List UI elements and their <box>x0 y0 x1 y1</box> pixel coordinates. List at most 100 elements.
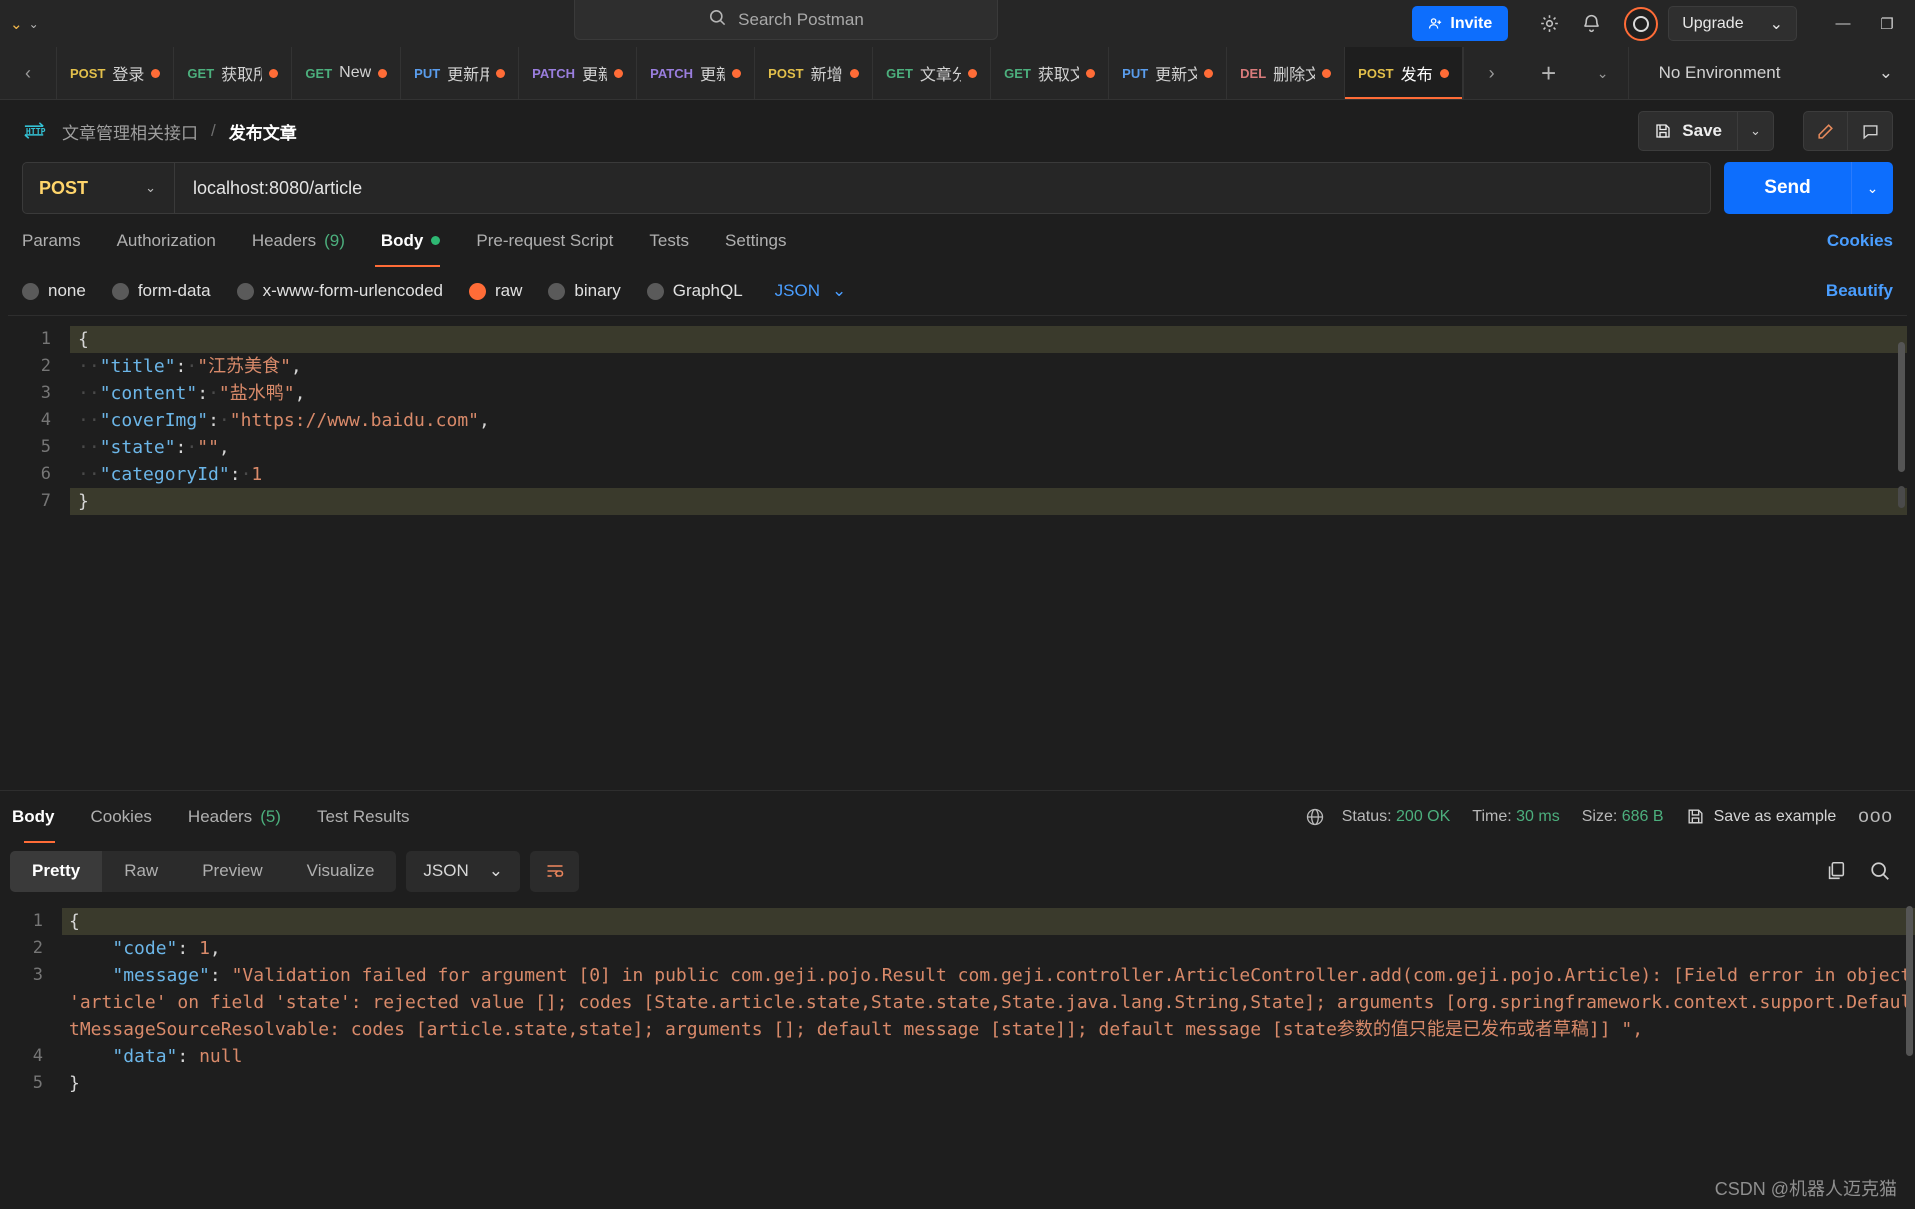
globe-icon <box>1305 807 1325 827</box>
response-view-preview[interactable]: Preview <box>180 851 284 892</box>
code-token: · <box>186 437 198 458</box>
response-body-editor[interactable]: 1 2 3 4 5 { "code": 1, "message": "Validati… <box>0 900 1915 1106</box>
tab-settings[interactable]: Settings <box>707 214 804 267</box>
response-line: } <box>62 1070 1915 1097</box>
tab-method: POST <box>768 65 804 81</box>
send-options-button[interactable]: ⌄ <box>1851 162 1893 214</box>
tab-label: Cookies <box>90 806 152 826</box>
body-type-GraphQL[interactable]: GraphQL <box>646 281 743 301</box>
cookies-link[interactable]: Cookies <box>1827 231 1893 251</box>
radio-button[interactable] <box>469 282 487 300</box>
comment-icon <box>1862 124 1878 139</box>
workspace-icon[interactable]: ⌄ <box>10 15 23 33</box>
request-tab[interactable]: PATCH 更新 <box>637 47 756 99</box>
radio-button[interactable] <box>646 282 664 300</box>
tab-params[interactable]: Params <box>22 214 99 267</box>
environment-selector[interactable]: No Environment ⌄ <box>1627 47 1915 99</box>
tab-body[interactable]: Body <box>363 214 459 267</box>
search-bar[interactable]: Search Postman <box>574 0 998 40</box>
tab-authorization[interactable]: Authorization <box>99 214 234 267</box>
request-tab[interactable]: GET 获取所 <box>174 47 293 99</box>
response-view-visualize[interactable]: Visualize <box>285 851 397 892</box>
body-type-binary[interactable]: binary <box>548 281 621 301</box>
request-editor-code[interactable]: {··"title":·"江苏美食", ··"content":·"盐水鸭", ··… <box>70 316 1907 790</box>
response-view-pretty[interactable]: Pretty <box>10 850 103 892</box>
code-token: , <box>209 938 221 959</box>
response-tab-test-results[interactable]: Test Results <box>299 791 428 843</box>
titlebar-right: Invite Upgrade ⌄ — ❐ <box>1412 0 1915 47</box>
response-tab-cookies[interactable]: Cookies <box>73 791 170 843</box>
request-tab[interactable]: PATCH 更新 <box>519 47 638 99</box>
body-format-selector[interactable]: JSON ⌄ <box>775 281 847 301</box>
breadcrumb-parent[interactable]: 文章管理相关接口 <box>62 119 198 144</box>
request-body-editor[interactable]: 1234567 {··"title":·"江苏美食", ··"content":·… <box>8 315 1907 790</box>
request-tab[interactable]: GET 获取文 <box>991 47 1110 99</box>
tab-pre-request-script[interactable]: Pre-request Script <box>458 214 631 267</box>
radio-button[interactable] <box>22 282 39 300</box>
bell-icon[interactable] <box>1570 3 1612 45</box>
radio-button[interactable] <box>111 282 129 300</box>
save-as-example-button[interactable]: Save as example <box>1686 807 1836 826</box>
body-type-none[interactable]: none <box>22 281 86 301</box>
tab-headers[interactable]: Headers (9) <box>234 214 363 267</box>
maximize-icon: ❐ <box>1880 15 1894 33</box>
tab-method: PATCH <box>532 65 576 81</box>
response-view-raw[interactable]: Raw <box>102 851 180 892</box>
response-tab-headers[interactable]: Headers (5) <box>170 791 299 843</box>
beautify-button[interactable]: Beautify <box>1826 281 1893 301</box>
gear-icon[interactable] <box>1528 3 1570 45</box>
comment-button[interactable] <box>1848 111 1893 151</box>
tab-label: Headers <box>251 230 317 250</box>
edit-button[interactable] <box>1803 111 1848 151</box>
copy-button[interactable] <box>1825 860 1847 882</box>
chevron-down-icon: ⌄ <box>488 861 503 880</box>
radio-button[interactable] <box>236 282 254 300</box>
request-editor-scrollbar-thumb[interactable] <box>1898 486 1905 508</box>
response-editor-gutter: 1 2 3 4 5 <box>0 900 62 1106</box>
save-options-button[interactable]: ⌄ <box>1738 111 1774 151</box>
response-format-selector[interactable]: JSON ⌄ <box>406 850 520 892</box>
method-selector[interactable]: POST ⌄ <box>23 163 175 213</box>
invite-button[interactable]: Invite <box>1412 6 1509 41</box>
body-type-x-www-form-urlencoded[interactable]: x-www-form-urlencoded <box>236 281 443 301</box>
request-tab[interactable]: PUT 更新文 <box>1109 47 1228 99</box>
avatar[interactable] <box>1624 6 1659 41</box>
body-type-raw[interactable]: raw <box>469 281 522 301</box>
request-tab[interactable]: POST 登录 <box>57 47 175 99</box>
unsaved-indicator-icon <box>1086 68 1096 78</box>
request-tab[interactable]: GET New <box>292 47 402 99</box>
radio-button[interactable] <box>548 282 566 300</box>
word-wrap-button[interactable] <box>530 850 579 892</box>
unsaved-indicator-icon <box>269 68 279 78</box>
response-search-button[interactable] <box>1869 860 1891 882</box>
response-editor-scrollbar[interactable] <box>1906 906 1913 1056</box>
minimize-button[interactable]: — <box>1821 0 1865 47</box>
response-more-options[interactable]: ooo <box>1858 806 1893 828</box>
body-type-form-data[interactable]: form-data <box>111 281 211 301</box>
save-button[interactable]: Save <box>1638 111 1738 151</box>
request-tab[interactable]: GET 文章分 <box>873 47 992 99</box>
url-input[interactable] <box>175 163 1710 213</box>
tab-tests[interactable]: Tests <box>631 214 707 267</box>
tab-list-button[interactable]: ⌄ <box>1578 47 1628 99</box>
request-tab[interactable]: POST 发布 <box>1345 47 1463 99</box>
plus-icon: + <box>1541 57 1557 88</box>
request-editor-scrollbar[interactable] <box>1898 342 1905 472</box>
request-tab[interactable]: DEL 删除文 <box>1227 47 1346 99</box>
send-button[interactable]: Send <box>1724 162 1851 214</box>
body-type-label: none <box>48 281 86 300</box>
code-token: ·· <box>78 356 100 377</box>
response-tab-body[interactable]: Body <box>12 791 73 843</box>
request-tab[interactable]: PUT 更新用 <box>401 47 520 99</box>
maximize-button[interactable]: ❐ <box>1865 0 1909 47</box>
upgrade-button[interactable]: Upgrade ⌄ <box>1668 6 1797 41</box>
tab-scroll-left-button[interactable]: ‹ <box>0 47 57 99</box>
tab-method: PATCH <box>650 65 694 81</box>
tab-scroll-right-button[interactable]: › <box>1462 47 1520 99</box>
tab-label: 登录 <box>112 67 145 84</box>
new-tab-button[interactable]: + <box>1520 47 1578 99</box>
request-tab[interactable]: POST 新增文 <box>755 47 874 99</box>
chevron-down-icon[interactable]: ⌄ <box>29 17 39 31</box>
response-editor-code[interactable]: { "code": 1, "message": "Validation fail… <box>62 900 1915 1106</box>
